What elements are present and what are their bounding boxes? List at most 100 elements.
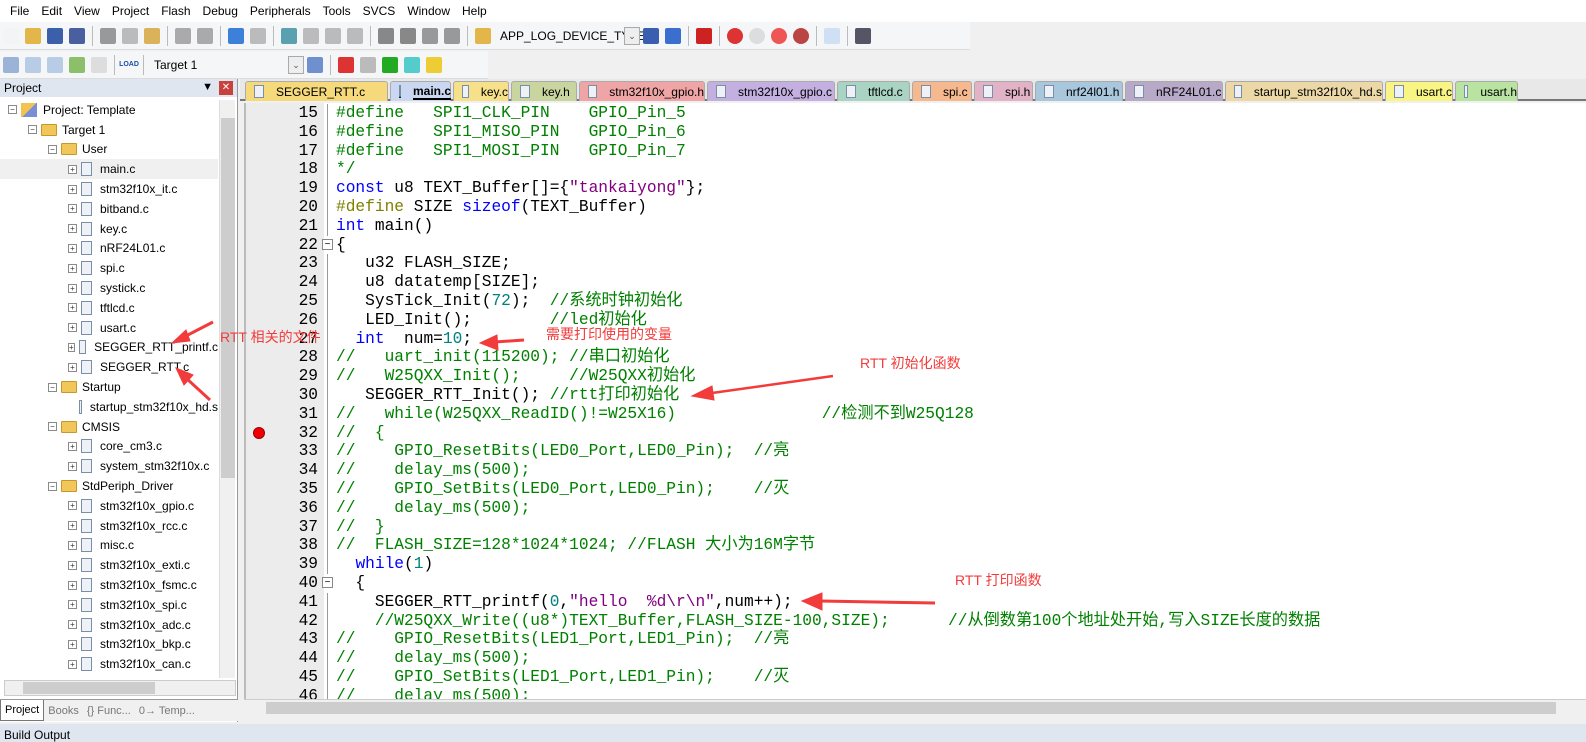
- tab-functions[interactable]: {} Func...: [83, 700, 135, 721]
- code-line[interactable]: 25 SysTick_Init(72); //系统时钟初始化: [246, 291, 1586, 311]
- code-line[interactable]: 20 #define SIZE sizeof(TEXT_Buffer): [246, 197, 1586, 217]
- fold-collapse-icon[interactable]: −: [322, 238, 333, 250]
- collapse-icon[interactable]: −: [28, 125, 37, 135]
- unindent-icon[interactable]: [400, 27, 416, 44]
- expand-icon[interactable]: +: [68, 441, 77, 451]
- code-line[interactable]: 35 // GPIO_SetBits(LED0_Port,LED0_Pin); /…: [246, 479, 1586, 499]
- code-line[interactable]: 17 #define SPI1_MOSI_PIN GPIO_Pin_7: [246, 141, 1586, 161]
- tree-item[interactable]: + stm32f10x_rcc.c: [0, 516, 218, 536]
- tree-item[interactable]: − CMSIS: [0, 417, 218, 437]
- code-line[interactable]: 23 u32 FLASH_SIZE;: [246, 254, 1586, 274]
- code-line[interactable]: 15 #define SPI1_CLK_PIN GPIO_Pin_5: [246, 104, 1586, 123]
- expand-icon[interactable]: +: [68, 560, 77, 570]
- expand-icon[interactable]: +: [68, 283, 77, 293]
- paste-icon[interactable]: [144, 27, 160, 44]
- editor-horizontal-scrollbar[interactable]: [244, 699, 1586, 716]
- tab-usart-c[interactable]: usart.c: [1385, 81, 1453, 101]
- tree-item[interactable]: − User: [0, 140, 218, 160]
- prev-bookmark-icon[interactable]: [303, 27, 319, 44]
- collapse-icon[interactable]: −: [48, 422, 57, 432]
- code-line[interactable]: 30 SEGGER_RTT_Init(); //rtt打印初始化: [246, 385, 1586, 405]
- tab-main-c[interactable]: main.c: [390, 81, 452, 101]
- copy-icon[interactable]: [122, 27, 138, 44]
- menu-file[interactable]: File: [6, 4, 37, 18]
- tree-item[interactable]: + stm32f10x_it.c: [0, 179, 218, 199]
- tree-item[interactable]: + stm32f10x_exti.c: [0, 555, 218, 575]
- undo-icon[interactable]: [175, 27, 191, 44]
- expand-icon[interactable]: +: [68, 204, 77, 214]
- tree-item[interactable]: + stm32f10x_adc.c: [0, 615, 218, 635]
- expand-icon[interactable]: +: [68, 224, 77, 234]
- code-line[interactable]: 16 #define SPI1_MISO_PIN GPIO_Pin_6: [246, 122, 1586, 142]
- code-line[interactable]: 38 // FLASH_SIZE=128*1024*1024; //FLASH 大…: [246, 536, 1586, 556]
- scroll-thumb[interactable]: [23, 682, 155, 694]
- expand-icon[interactable]: +: [68, 243, 77, 253]
- code-editor[interactable]: 15 #define SPI1_CLK_PIN GPIO_Pin_5 16 #defi…: [244, 103, 1586, 699]
- tree-item[interactable]: + SEGGER_RTT_printf.c: [0, 338, 218, 358]
- tree-item[interactable]: + core_cm3.c: [0, 437, 218, 457]
- tree-item[interactable]: + tftlcd.c: [0, 298, 218, 318]
- code-line[interactable]: 41 SEGGER_RTT_printf(0,"hello %d\r\n",nu…: [246, 592, 1586, 612]
- expand-icon[interactable]: +: [68, 461, 77, 471]
- tree-item[interactable]: + stm32f10x_bkp.c: [0, 635, 218, 655]
- code-line[interactable]: 26 LED_Init(); //led初始化: [246, 310, 1586, 330]
- expand-icon[interactable]: +: [68, 323, 77, 333]
- menu-window[interactable]: Window: [403, 4, 458, 18]
- next-bookmark-icon[interactable]: [325, 27, 341, 44]
- tree-item[interactable]: + misc.c: [0, 536, 218, 556]
- manage-components-icon[interactable]: [338, 56, 354, 73]
- collapse-icon[interactable]: −: [48, 481, 57, 491]
- close-icon[interactable]: ✕: [219, 81, 233, 95]
- code-line[interactable]: 43 // GPIO_ResetBits(LED1_Port,LED1_Pin);…: [246, 630, 1586, 650]
- collapse-icon[interactable]: −: [48, 382, 57, 392]
- expand-icon[interactable]: +: [68, 342, 75, 352]
- menu-flash[interactable]: Flash: [157, 4, 198, 18]
- code-line[interactable]: 31 // while(W25QXX_ReadID()!=W25X16) //检测…: [246, 404, 1586, 424]
- tree-item[interactable]: + nRF24L01.c: [0, 239, 218, 259]
- target-select-dropdown[interactable]: ⌄: [288, 55, 304, 74]
- nav-forward-icon[interactable]: [250, 27, 266, 44]
- tab-books[interactable]: Books: [44, 700, 83, 721]
- breakpoint-kill-all-icon[interactable]: [793, 27, 809, 44]
- tab-stm32f10x-gpio-h[interactable]: stm32f10x_gpio.h: [579, 81, 705, 101]
- tree-item[interactable]: + main.c: [0, 159, 218, 180]
- code-line[interactable]: 24 u8 datatemp[SIZE];: [246, 273, 1586, 292]
- tree-item[interactable]: + spi.c: [0, 258, 218, 278]
- tree-item[interactable]: − Startup: [0, 377, 218, 397]
- code-line[interactable]: 42 //W25QXX_Write((u8*)TEXT_Buffer,FLASH…: [246, 611, 1586, 631]
- tree-item[interactable]: + stm32f10x_fsmc.c: [0, 575, 218, 595]
- menu-peripherals[interactable]: Peripherals: [246, 4, 319, 18]
- expand-icon[interactable]: +: [68, 184, 77, 194]
- tab-key-h[interactable]: key.h: [511, 81, 577, 101]
- expand-icon[interactable]: +: [68, 501, 77, 511]
- open-icon[interactable]: [25, 27, 41, 44]
- tree-item[interactable]: − StdPeriph_Driver: [0, 476, 218, 496]
- menu-help[interactable]: Help: [458, 4, 495, 18]
- scroll-thumb[interactable]: [221, 118, 235, 478]
- collapse-icon[interactable]: −: [8, 105, 17, 115]
- tab-usart-h[interactable]: usart.h: [1455, 81, 1518, 101]
- breakpoint-disable-icon[interactable]: [749, 27, 765, 44]
- translate-icon[interactable]: [3, 56, 19, 73]
- find-in-files-icon[interactable]: [475, 27, 491, 44]
- tree-item[interactable]: − Target 1: [0, 120, 218, 140]
- tree-item[interactable]: + systick.c: [0, 278, 218, 298]
- scroll-thumb[interactable]: [266, 702, 1556, 714]
- tab-spi-c[interactable]: spi.c: [912, 81, 972, 101]
- save-all-icon[interactable]: [69, 27, 85, 44]
- file-extensions-icon[interactable]: [360, 56, 376, 73]
- tab-segger-rtt-c[interactable]: SEGGER_RTT.c: [245, 81, 388, 101]
- code-line[interactable]: 45 // GPIO_SetBits(LED1_Port,LED1_Pin); /…: [246, 667, 1586, 687]
- target-select[interactable]: Target 1: [148, 55, 288, 75]
- tree-item[interactable]: + key.c: [0, 219, 218, 239]
- expand-icon[interactable]: +: [68, 639, 77, 649]
- debug-session-icon[interactable]: [696, 27, 712, 44]
- tree-item[interactable]: + SEGGER_RTT.c: [0, 357, 218, 377]
- tab-nrf24l01-c[interactable]: nRF24L01.c: [1125, 81, 1223, 101]
- code-line[interactable]: 36 // delay_ms(500);: [246, 498, 1586, 518]
- code-line[interactable]: 39 while(1): [246, 555, 1586, 574]
- code-line[interactable]: 22−{: [246, 236, 1586, 255]
- tree-item[interactable]: + stm32f10x_gpio.c: [0, 496, 218, 516]
- code-line[interactable]: 46 // delay_ms(500);: [246, 686, 1586, 699]
- build-icon[interactable]: [25, 56, 41, 73]
